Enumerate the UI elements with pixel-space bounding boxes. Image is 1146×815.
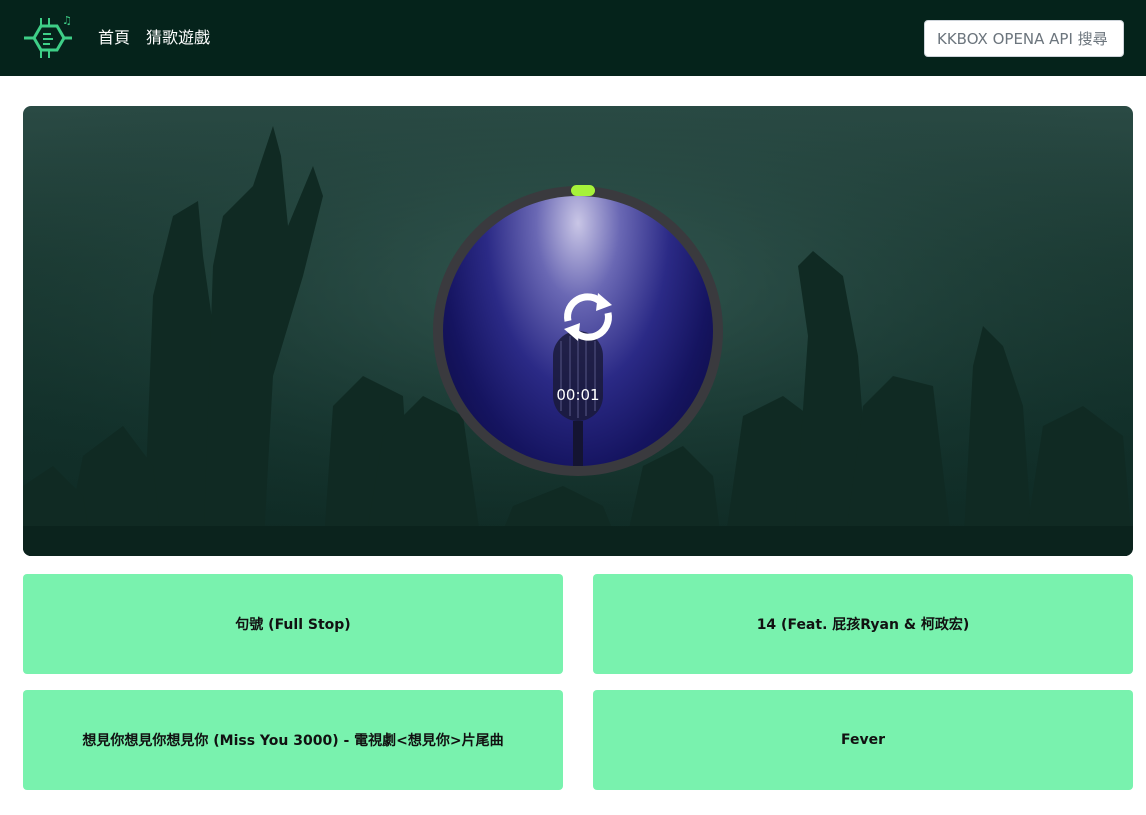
answer-option-2[interactable]: 14 (Feat. 屁孩Ryan & 柯政宏) [593,574,1133,674]
player-ring: 00:01 [433,185,723,476]
progress-indicator [571,185,595,196]
nav-home-link[interactable]: 首頁 [98,27,130,49]
player-disc[interactable]: 00:01 [443,196,713,466]
navbar: ♫ 首頁 猜歌遊戲 [0,0,1146,76]
search-input[interactable] [924,20,1124,57]
svg-text:♫: ♫ [62,14,72,27]
answer-option-3[interactable]: 想見你想見你想見你 (Miss You 3000) - 電視劇<想見你>片尾曲 [23,690,563,790]
playback-timer: 00:01 [556,386,600,404]
kkbox-hexagon-logo-icon[interactable]: ♫ [22,12,76,64]
player-stage: 00:01 [23,106,1133,556]
nav-guess-game-link[interactable]: 猜歌遊戲 [146,27,210,49]
answer-option-1[interactable]: 句號 (Full Stop) [23,574,563,674]
answer-option-4[interactable]: Fever [593,690,1133,790]
replay-icon[interactable] [558,291,618,343]
